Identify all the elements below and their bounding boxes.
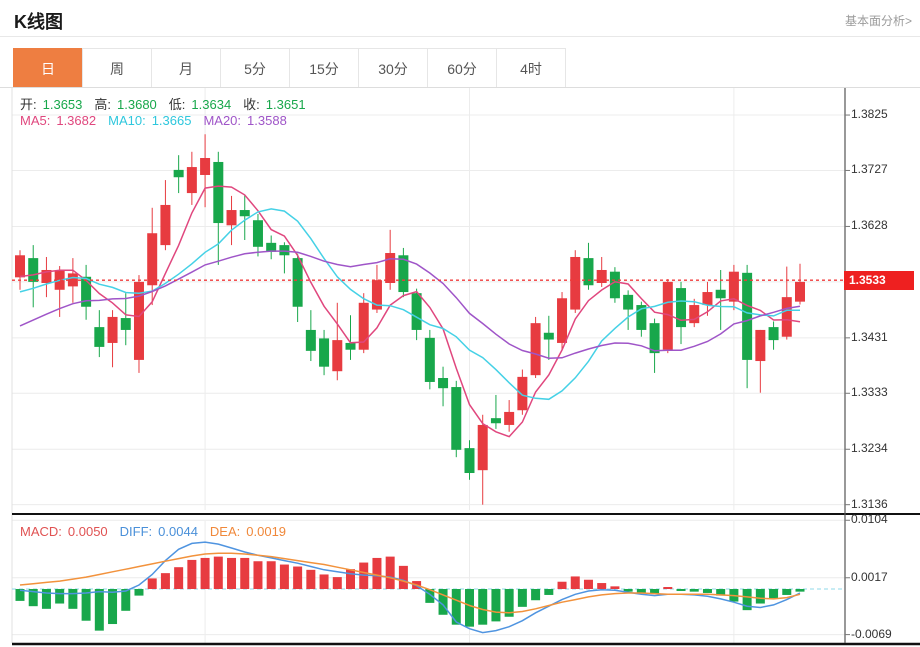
y-axis-label: 0.0104 [851,512,917,526]
kline-page: K线图 基本面分析> 日周月5分15分30分60分4时 开:1.3653高:1.… [0,0,920,647]
legend-pair: 高:1.3680 [94,94,162,113]
y-axis-label: 1.3431 [851,330,917,344]
y-axis-label: 1.3136 [851,497,917,511]
legend-pair: MA5:1.3682 [20,113,102,128]
legend-pair: MACD:0.0050 [20,524,114,539]
y-axis-label: -0.0069 [851,627,917,641]
y-axis-label: 1.3234 [851,441,917,455]
current-price-badge: 1.3533 [844,271,914,290]
legend-pair: MA10:1.3665 [108,113,197,128]
legend-pair: MA20:1.3588 [203,113,292,128]
macd-legend-row: MACD:0.0050 DIFF:0.0044 DEA:0.0019 [20,524,298,539]
legend-pair: DEA:0.0019 [210,524,292,539]
y-axis-label: 1.3727 [851,162,917,176]
legend-pair: DIFF:0.0044 [120,524,204,539]
ohlc-row: 开:1.3653 高:1.3680 低:1.3634 收:1.3651 [20,94,318,113]
y-axis-label: 0.0017 [851,570,917,584]
y-axis-label: 1.3628 [851,218,917,232]
legend-pair: 低:1.3634 [169,94,237,113]
y-axis-label: 1.3825 [851,107,917,121]
ma-legend-row: MA5:1.3682 MA10:1.3665 MA20:1.3588 [20,113,299,128]
legend-pair: 收:1.3651 [243,94,311,113]
legend-pair: 开:1.3653 [20,94,88,113]
y-axis-label: 1.3333 [851,385,917,399]
